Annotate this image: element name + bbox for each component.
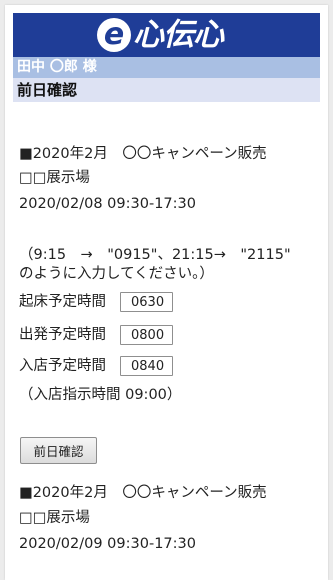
input-instruction-line-1: （9:15 → "0915"、21:15→ "2115" [19,247,291,263]
confirm-previous-day-button[interactable]: 前日確認 [20,437,97,464]
app-logo: e 心伝心 [97,16,224,54]
wake-time-input[interactable] [120,292,173,312]
depart-time-input[interactable] [120,325,173,345]
user-name-bar: 田中 〇郎 様 [13,57,320,78]
input-instruction-line-2: のように入力してください。） [19,266,214,282]
event-2-title: ■2020年2月 〇〇キャンペーン販売 [19,485,267,501]
header-banner: e 心伝心 [13,13,320,57]
depart-time-label: 出発予定時間 [19,327,106,343]
arrive-time-label: 入店予定時間 [19,358,106,374]
event-2-datetime: 2020/02/09 09:30-17:30 [19,536,196,552]
event-2-venue: □□展示場 [19,510,90,526]
logo-e-icon: e [97,18,131,52]
section-title: 前日確認 [13,78,320,102]
wake-time-label: 起床予定時間 [19,294,106,310]
store-instruction-time: （入店指示時間 09:00） [19,387,182,403]
event-1-title: ■2020年2月 〇〇キャンペーン販売 [19,146,267,162]
page-container: e 心伝心 田中 〇郎 様 前日確認 ■2020年2月 〇〇キャンペーン販売 □… [5,5,328,580]
event-1-datetime: 2020/02/08 09:30-17:30 [19,196,196,212]
logo-text: 心伝心 [133,17,224,53]
event-1-venue: □□展示場 [19,170,90,186]
arrive-time-input[interactable] [120,356,173,376]
